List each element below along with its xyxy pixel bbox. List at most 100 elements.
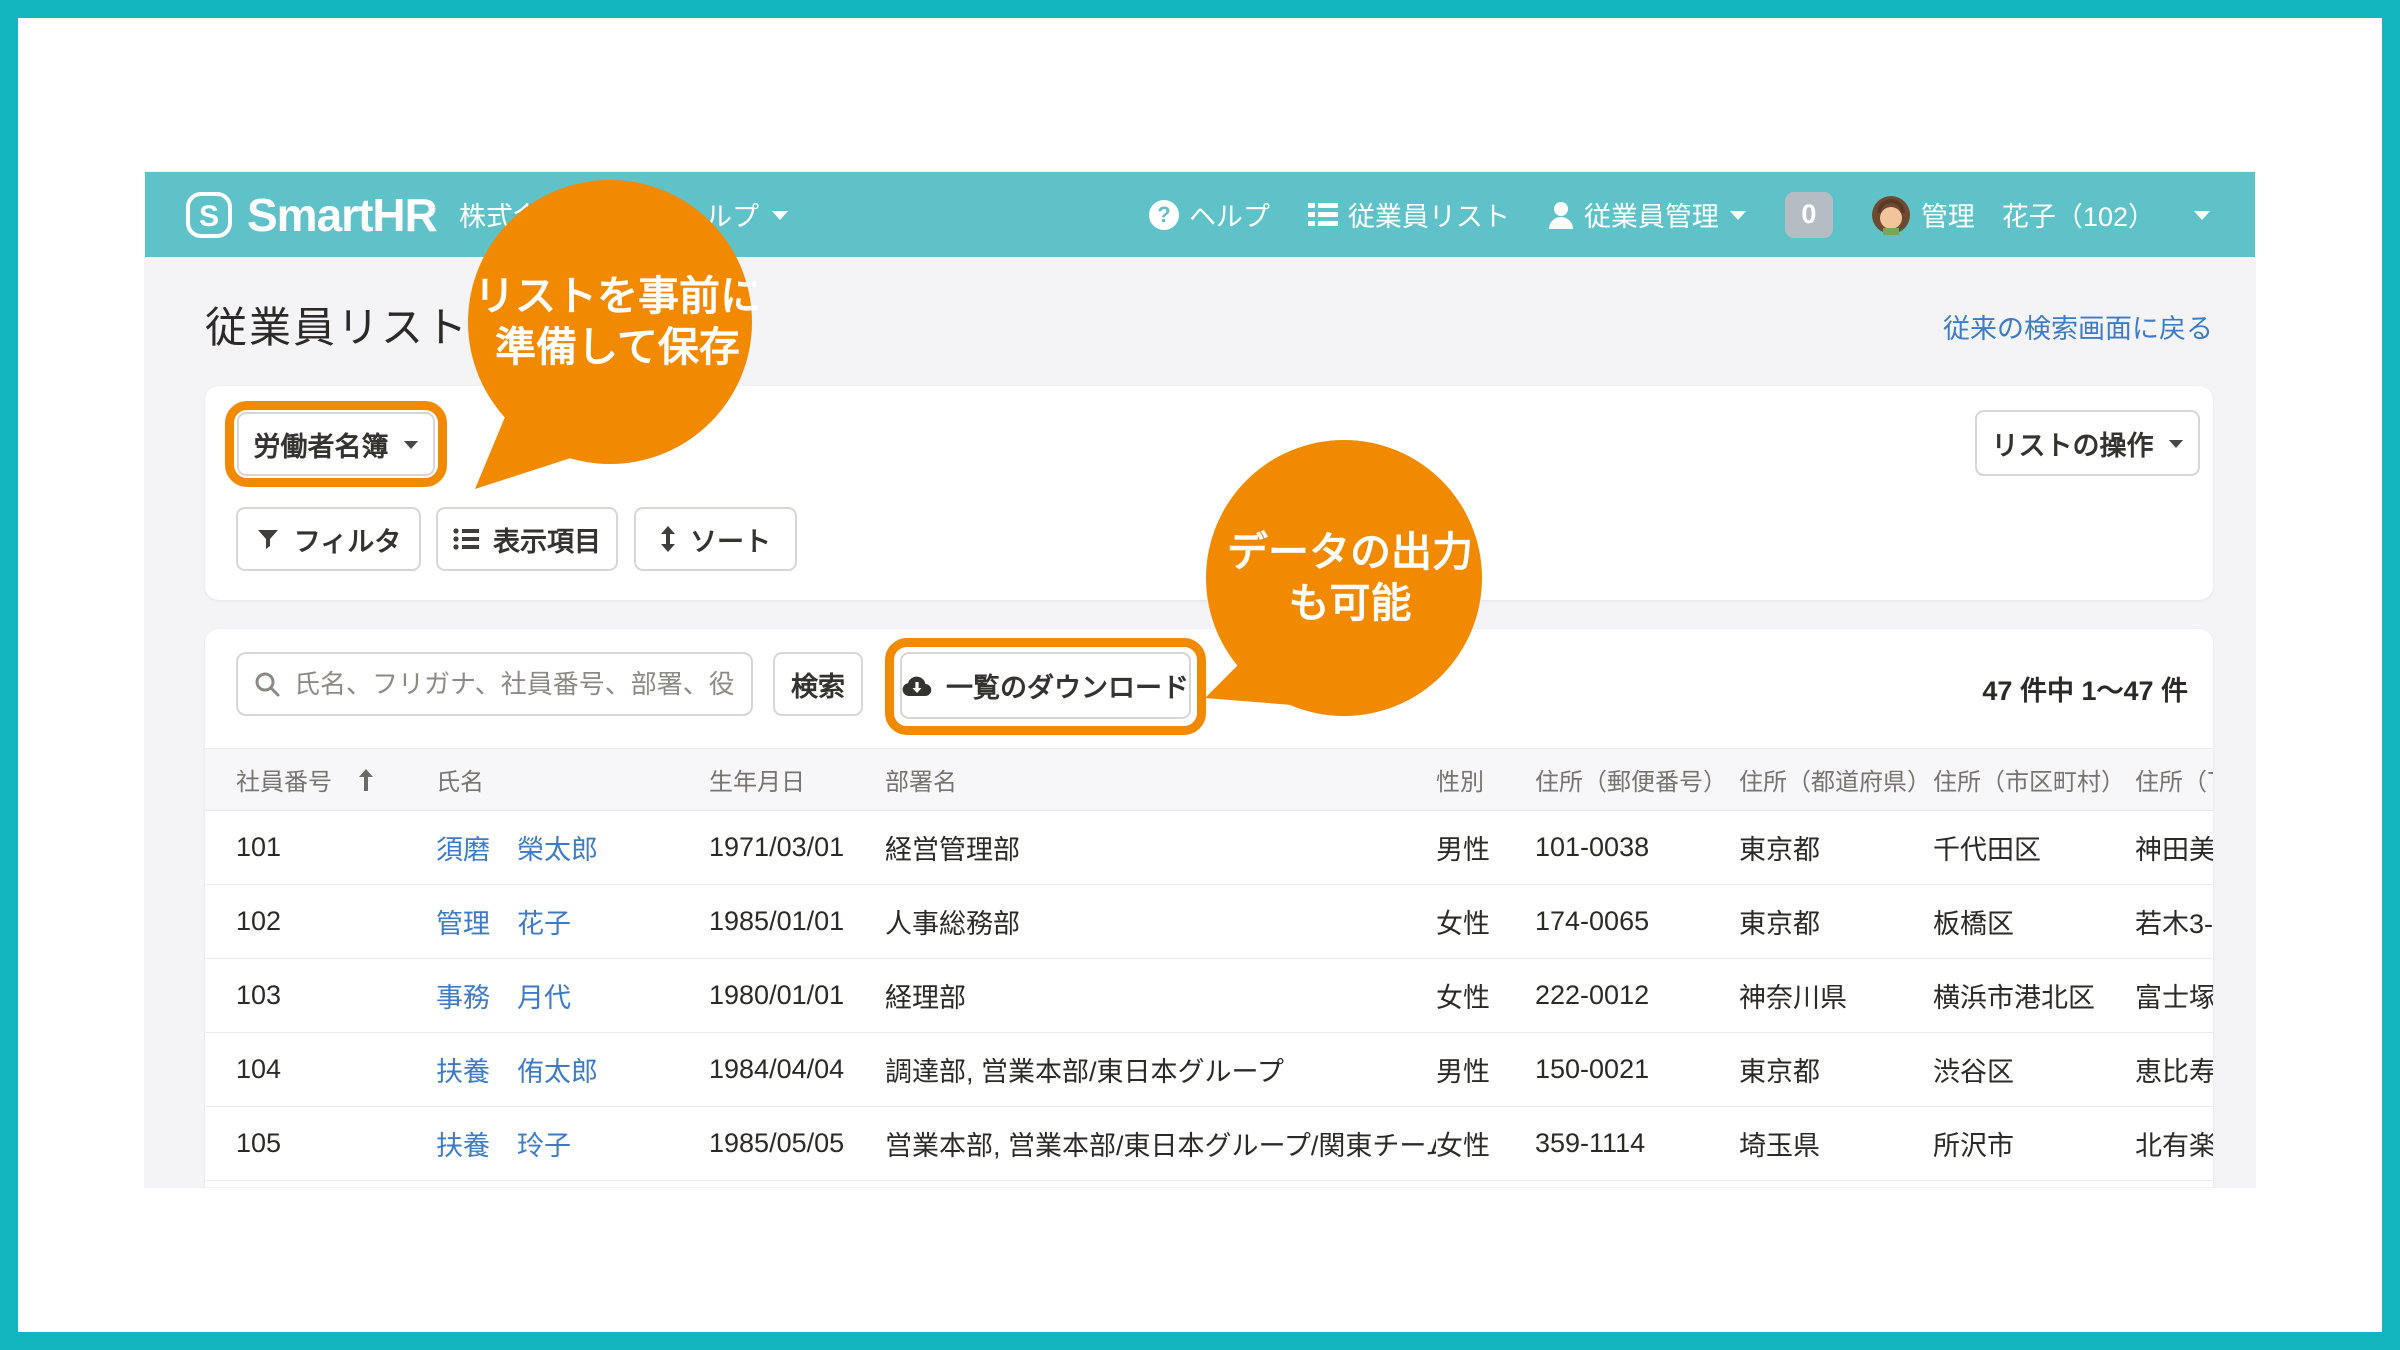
user-menu[interactable]: 管理 花子（102） xyxy=(1871,195,2155,235)
sort-ascending-icon xyxy=(358,769,374,791)
chevron-down-icon xyxy=(2168,438,2184,449)
app-window: S SmartHR 株式会 ルプ ? ヘルプ xyxy=(145,172,2255,1187)
smarthr-s-icon: S xyxy=(185,191,233,239)
cell-prefecture: 東京都 xyxy=(1739,902,1933,941)
callout-line: 準備して保存 xyxy=(445,322,790,373)
table-row: 103 事務 月代 1980/01/01 経理部 女性 222-0012 神奈川… xyxy=(205,959,2213,1033)
sort-arrows-icon xyxy=(660,526,676,552)
employee-name-link[interactable]: 管理 花子 xyxy=(436,902,709,941)
cell-prefecture: 東京都 xyxy=(1739,1050,1933,1089)
cell-street: 神田美倉町 xyxy=(2135,828,2213,867)
sort-button[interactable]: ソート xyxy=(634,507,797,571)
cell-street: 北有楽町 xyxy=(2135,1124,2213,1163)
cell-zip: 359-1114 xyxy=(1535,1128,1739,1159)
notification-badge[interactable]: 0 xyxy=(1785,192,1833,238)
list-actions-dropdown[interactable]: リストの操作 xyxy=(1975,410,2200,476)
column-header-employee-id[interactable]: 社員番号 xyxy=(236,762,436,797)
page-title: 従業員リスト xyxy=(205,294,469,355)
cell-city: 所沢市 xyxy=(1933,1124,2135,1163)
funnel-icon xyxy=(256,527,280,551)
employee-table-card: 検索 一覧のダウンロード 47 件中 1～47 件 社員番号 xyxy=(205,629,2213,1187)
help-icon: ? xyxy=(1149,200,1179,230)
cell-employee-id: 104 xyxy=(236,1054,436,1085)
cell-street: 若木3-9 xyxy=(2135,902,2213,941)
cell-employee-id: 105 xyxy=(236,1128,436,1159)
cell-zip: 150-0021 xyxy=(1535,1054,1739,1085)
cell-birthdate: 1980/01/01 xyxy=(709,980,885,1011)
list-icon xyxy=(453,528,479,550)
chevron-down-icon[interactable] xyxy=(2193,209,2211,221)
cell-gender: 男性 xyxy=(1436,1050,1535,1089)
table-row: 101 須磨 榮太郎 1971/03/01 経営管理部 男性 101-0038 … xyxy=(205,811,2213,885)
download-list-button[interactable]: 一覧のダウンロード xyxy=(900,652,1191,719)
cell-street: 富士塚4 xyxy=(2135,976,2213,1015)
table-row: 104 扶養 侑太郎 1984/04/04 調達部, 営業本部/東日本グループ … xyxy=(205,1033,2213,1107)
cell-employee-id: 103 xyxy=(236,980,436,1011)
search-icon xyxy=(254,671,280,697)
outer-frame: S SmartHR 株式会 ルプ ? ヘルプ xyxy=(18,18,2382,1332)
cell-gender: 女性 xyxy=(1436,976,1535,1015)
cell-employee-id: 101 xyxy=(236,832,436,863)
cell-department: 調達部, 営業本部/東日本グループ xyxy=(885,1050,1436,1089)
cell-department: 人事総務部 xyxy=(885,902,1436,941)
cell-department: 経理部 xyxy=(885,976,1436,1015)
cell-city: 千代田区 xyxy=(1933,828,2135,867)
cell-birthdate: 1984/04/04 xyxy=(709,1054,885,1085)
column-header-city: 住所（市区町村） xyxy=(1933,762,2135,797)
chevron-down-icon xyxy=(1729,209,1747,221)
cell-prefecture: 東京都 xyxy=(1739,828,1933,867)
top-navigation-bar: S SmartHR 株式会 ルプ ? ヘルプ xyxy=(145,172,2255,257)
cell-employee-id: 102 xyxy=(236,906,436,937)
cell-gender: 女性 xyxy=(1436,1124,1535,1163)
column-header-name: 氏名 xyxy=(436,762,709,797)
table-body: 101 須磨 榮太郎 1971/03/01 経営管理部 男性 101-0038 … xyxy=(205,811,2213,1181)
cell-city: 渋谷区 xyxy=(1933,1050,2135,1089)
search-button[interactable]: 検索 xyxy=(773,652,863,716)
employee-name-link[interactable]: 扶養 侑太郎 xyxy=(436,1050,709,1089)
smarthr-logo[interactable]: S SmartHR xyxy=(185,172,437,257)
table-row: 105 扶養 玲子 1985/05/05 営業本部, 営業本部/東日本グループ/… xyxy=(205,1107,2213,1181)
list-controls-card: 労働者名簿 リストの操作 フィルタ xyxy=(205,386,2213,600)
cell-gender: 男性 xyxy=(1436,828,1535,867)
cell-birthdate: 1985/01/01 xyxy=(709,906,885,937)
logo-text: SmartHR xyxy=(247,188,437,242)
chevron-down-icon xyxy=(771,209,789,221)
cell-street: 恵比寿南 xyxy=(2135,1050,2213,1089)
back-to-classic-search-link[interactable]: 従来の検索画面に戻る xyxy=(1943,307,2213,346)
company-name-fragment: 株式会 xyxy=(459,172,540,257)
display-columns-button[interactable]: 表示項目 xyxy=(436,507,618,571)
svg-text:S: S xyxy=(199,200,219,233)
table-row: 102 管理 花子 1985/01/01 人事総務部 女性 174-0065 東… xyxy=(205,885,2213,959)
column-header-prefecture: 住所（都道府県） xyxy=(1739,762,1933,797)
result-count: 47 件中 1～47 件 xyxy=(1982,669,2188,708)
nav-employee-admin[interactable]: 従業員管理 xyxy=(1548,195,1747,234)
nav-employee-list[interactable]: 従業員リスト xyxy=(1308,195,1510,234)
list-grid-icon xyxy=(1308,202,1338,228)
nav-help[interactable]: ? ヘルプ xyxy=(1149,195,1270,234)
employee-name-link[interactable]: 扶養 玲子 xyxy=(436,1124,709,1163)
avatar xyxy=(1871,195,1911,235)
cell-zip: 222-0012 xyxy=(1535,980,1739,1011)
cell-birthdate: 1985/05/05 xyxy=(709,1128,885,1159)
cell-city: 横浜市港北区 xyxy=(1933,976,2135,1015)
cell-prefecture: 神奈川県 xyxy=(1739,976,1933,1015)
cell-department: 経営管理部 xyxy=(885,828,1436,867)
callout-line: リストを事前に xyxy=(445,271,790,322)
employee-name-link[interactable]: 事務 月代 xyxy=(436,976,709,1015)
filter-button[interactable]: フィルタ xyxy=(236,507,421,571)
cell-zip: 174-0065 xyxy=(1535,906,1739,937)
worker-roster-dropdown[interactable]: 労働者名簿 xyxy=(237,412,435,476)
column-header-street: 住所（丁目番地） xyxy=(2135,762,2213,797)
cell-city: 板橋区 xyxy=(1933,902,2135,941)
cell-department: 営業本部, 営業本部/東日本グループ/関東チーム xyxy=(885,1124,1436,1163)
column-header-department: 部署名 xyxy=(885,762,1436,797)
search-input[interactable] xyxy=(292,668,735,701)
employee-search-field[interactable] xyxy=(236,652,753,716)
company-name-dropdown[interactable]: ルプ xyxy=(705,172,789,257)
column-header-zip: 住所（郵便番号） xyxy=(1535,762,1739,797)
cell-birthdate: 1971/03/01 xyxy=(709,832,885,863)
cell-prefecture: 埼玉県 xyxy=(1739,1124,1933,1163)
table-header-row: 社員番号 氏名 生年月日 部署名 性別 住所（郵便番号） 住所（都道府県） 住所… xyxy=(205,748,2213,811)
employee-name-link[interactable]: 須磨 榮太郎 xyxy=(436,828,709,867)
cloud-download-icon xyxy=(902,674,932,698)
